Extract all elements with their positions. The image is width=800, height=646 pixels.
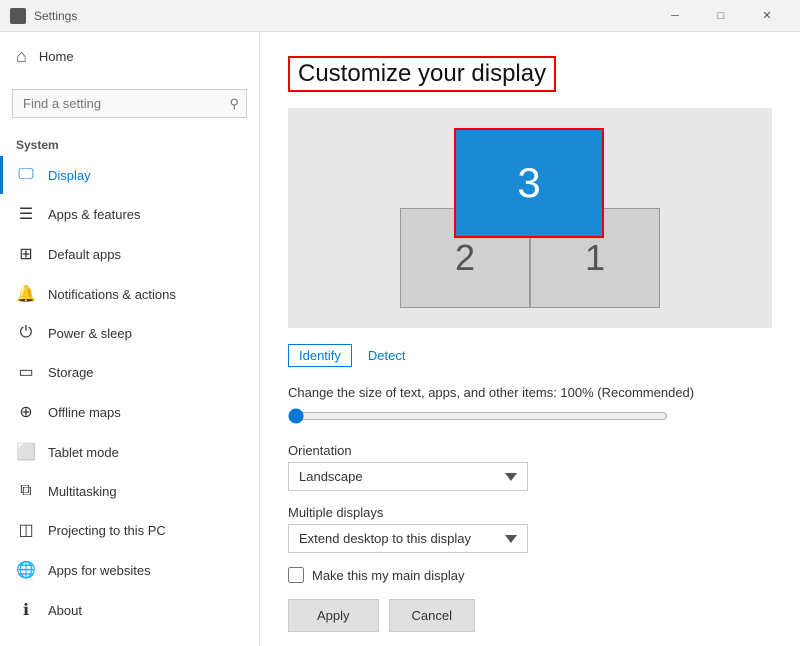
orientation-label: Orientation [288, 443, 772, 458]
titlebar-controls: ─ □ ✕ [652, 0, 790, 32]
sidebar-item-display[interactable]: 🖵 Display [0, 156, 259, 194]
sidebar-item-default-apps[interactable]: ⊞ Default apps [0, 234, 259, 274]
orientation-select[interactable]: Landscape Portrait Landscape (flipped) P… [288, 462, 528, 491]
sidebar-item-offline-maps-label: Offline maps [48, 405, 121, 420]
multiple-displays-label: Multiple displays [288, 505, 772, 520]
projecting-icon: ◫ [16, 520, 36, 540]
restore-button[interactable]: □ [698, 0, 744, 32]
sidebar-item-home[interactable]: ⌂ Home [0, 32, 259, 81]
multiple-displays-group: Multiple displays Extend desktop to this… [288, 505, 772, 553]
sidebar-item-notifications[interactable]: 🔔 Notifications & actions [0, 274, 259, 314]
search-icon: ⚲ [229, 96, 239, 112]
text-size-label: Change the size of text, apps, and other… [288, 385, 772, 400]
multiple-displays-select[interactable]: Extend desktop to this display Duplicate… [288, 524, 528, 553]
sidebar-item-projecting[interactable]: ◫ Projecting to this PC [0, 510, 259, 550]
identify-button[interactable]: Identify [288, 344, 352, 367]
sidebar-item-storage-label: Storage [48, 365, 94, 380]
apps-features-icon: ☰ [16, 204, 36, 224]
sidebar-item-apps-features[interactable]: ☰ Apps & features [0, 194, 259, 234]
sidebar-item-apps-websites[interactable]: 🌐 Apps for websites [0, 550, 259, 590]
apply-button[interactable]: Apply [288, 599, 379, 632]
text-size-section: Change the size of text, apps, and other… [288, 385, 772, 427]
main-display-row: Make this my main display [288, 567, 772, 583]
apps-websites-icon: 🌐 [16, 560, 36, 580]
search-input[interactable] [12, 89, 247, 118]
cancel-button[interactable]: Cancel [389, 599, 475, 632]
close-button[interactable]: ✕ [744, 0, 790, 32]
sidebar-section-label: System [0, 130, 259, 156]
sidebar-item-power-sleep[interactable]: ⏻ Power & sleep [0, 314, 259, 352]
sidebar-item-notifications-label: Notifications & actions [48, 287, 176, 302]
app-layout: ⌂ Home ⚲ System 🖵 Display ☰ Apps & featu… [0, 32, 800, 646]
multitasking-icon: ⧉ [16, 482, 36, 500]
minimize-button[interactable]: ─ [652, 0, 698, 32]
home-label: Home [39, 49, 74, 64]
sidebar-item-storage[interactable]: ▭ Storage [0, 352, 259, 392]
sidebar-item-default-apps-label: Default apps [48, 247, 121, 262]
monitor-2-label: 2 [455, 237, 475, 279]
monitor-3-label: 3 [517, 159, 540, 207]
notifications-icon: 🔔 [16, 284, 36, 304]
text-size-slider[interactable] [288, 408, 668, 424]
sidebar-search-area: ⚲ [0, 81, 259, 130]
home-icon: ⌂ [16, 46, 27, 67]
main-display-label: Make this my main display [312, 568, 464, 583]
about-icon: ℹ [16, 600, 36, 620]
sidebar-item-about-label: About [48, 603, 82, 618]
main-content: Customize your display 3 2 1 Identify De… [260, 32, 800, 646]
sidebar-item-display-label: Display [48, 168, 91, 183]
storage-icon: ▭ [16, 362, 36, 382]
detect-link[interactable]: Detect [368, 348, 406, 363]
display-icon: 🖵 [16, 166, 36, 184]
monitor-1-label: 1 [585, 237, 605, 279]
orientation-group: Orientation Landscape Portrait Landscape… [288, 443, 772, 491]
titlebar: Settings ─ □ ✕ [0, 0, 800, 32]
power-sleep-icon: ⏻ [16, 324, 36, 342]
monitor-3[interactable]: 3 [454, 128, 604, 238]
offline-maps-icon: ⊕ [16, 402, 36, 422]
search-wrap: ⚲ [12, 89, 247, 118]
titlebar-title: Settings [34, 9, 77, 23]
sidebar-item-multitasking[interactable]: ⧉ Multitasking [0, 472, 259, 510]
sidebar-item-tablet-mode[interactable]: ⬜ Tablet mode [0, 432, 259, 472]
sidebar-item-projecting-label: Projecting to this PC [48, 523, 166, 538]
sidebar-item-tablet-mode-label: Tablet mode [48, 445, 119, 460]
sidebar: ⌂ Home ⚲ System 🖵 Display ☰ Apps & featu… [0, 32, 260, 646]
sidebar-item-offline-maps[interactable]: ⊕ Offline maps [0, 392, 259, 432]
action-buttons: Apply Cancel [288, 599, 772, 632]
display-preview: 3 2 1 [288, 108, 772, 328]
default-apps-icon: ⊞ [16, 244, 36, 264]
settings-app-icon [10, 8, 26, 24]
identify-detect-row: Identify Detect [288, 344, 772, 367]
main-display-checkbox[interactable] [288, 567, 304, 583]
sidebar-item-apps-features-label: Apps & features [48, 207, 141, 222]
tablet-mode-icon: ⬜ [16, 442, 36, 462]
sidebar-item-apps-websites-label: Apps for websites [48, 563, 151, 578]
sidebar-item-multitasking-label: Multitasking [48, 484, 117, 499]
sidebar-item-about[interactable]: ℹ About [0, 590, 259, 630]
page-title: Customize your display [288, 56, 556, 92]
sidebar-item-power-sleep-label: Power & sleep [48, 326, 132, 341]
titlebar-left: Settings [10, 8, 77, 24]
